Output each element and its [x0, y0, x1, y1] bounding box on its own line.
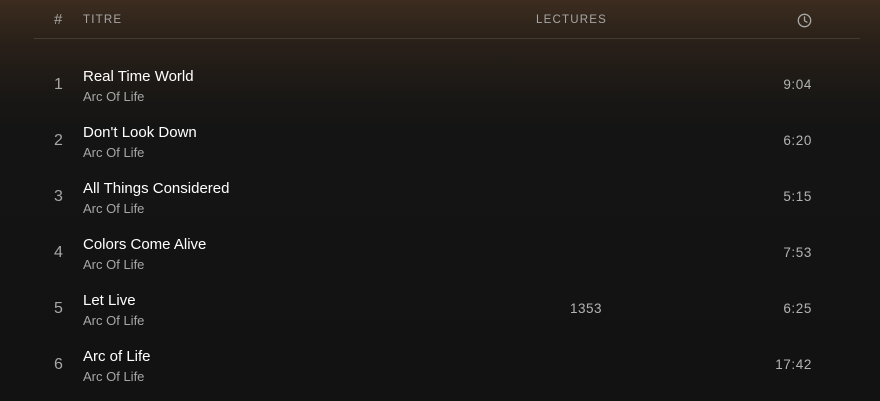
track-play-count: 1353: [570, 301, 603, 316]
track-title[interactable]: Colors Come Alive: [83, 236, 206, 253]
track-artist-link[interactable]: Arc Of Life: [83, 201, 144, 216]
title-column-header[interactable]: TITRE: [83, 14, 122, 26]
track-title[interactable]: Don't Look Down: [83, 124, 197, 141]
track-row[interactable]: 5 Let Live Arc Of Life 1353 6:25: [34, 280, 860, 336]
track-number: 5: [54, 300, 63, 317]
track-duration: 5:15: [783, 189, 812, 204]
track-title[interactable]: All Things Considered: [83, 180, 229, 197]
tracklist: 1 Real Time World Arc Of Life 9:04 2 Don…: [34, 56, 860, 392]
track-artist-link[interactable]: Arc Of Life: [83, 369, 144, 384]
track-row[interactable]: 1 Real Time World Arc Of Life 9:04: [34, 56, 860, 112]
track-number: 1: [54, 76, 63, 93]
track-duration: 9:04: [783, 77, 812, 92]
track-row[interactable]: 3 All Things Considered Arc Of Life 5:15: [34, 168, 860, 224]
track-title[interactable]: Real Time World: [83, 68, 194, 85]
track-row[interactable]: 2 Don't Look Down Arc Of Life 6:20: [34, 112, 860, 168]
track-number: 2: [54, 132, 63, 149]
track-number-column-header: #: [54, 11, 63, 28]
track-number: 3: [54, 188, 63, 205]
track-duration: 7:53: [783, 245, 812, 260]
track-duration: 6:25: [783, 301, 812, 316]
track-duration: 17:42: [775, 357, 812, 372]
tracklist-header: # TITRE LECTURES: [34, 0, 860, 39]
track-artist-link[interactable]: Arc Of Life: [83, 89, 144, 104]
track-number: 4: [54, 244, 63, 261]
clock-icon[interactable]: [797, 13, 812, 28]
track-title[interactable]: Arc of Life: [83, 348, 151, 365]
track-duration: 6:20: [783, 133, 812, 148]
track-row[interactable]: 6 Arc of Life Arc Of Life 17:42: [34, 336, 860, 392]
plays-column-header[interactable]: LECTURES: [536, 14, 607, 26]
track-title[interactable]: Let Live: [83, 292, 136, 309]
track-row[interactable]: 4 Colors Come Alive Arc Of Life 7:53: [34, 224, 860, 280]
track-number: 6: [54, 356, 63, 373]
track-artist-link[interactable]: Arc Of Life: [83, 257, 144, 272]
track-artist-link[interactable]: Arc Of Life: [83, 313, 144, 328]
track-artist-link[interactable]: Arc Of Life: [83, 145, 144, 160]
